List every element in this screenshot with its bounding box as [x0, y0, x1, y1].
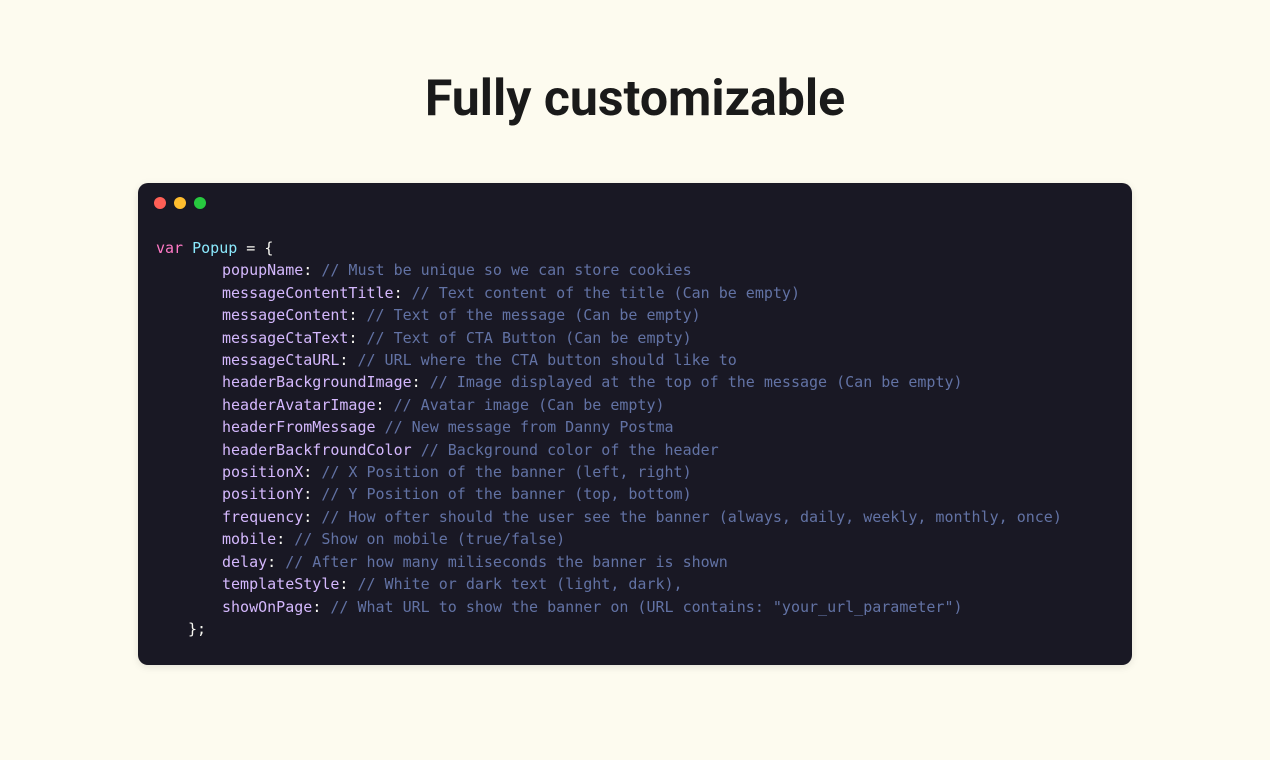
code-comment: // Must be unique so we can store cookie…	[321, 261, 691, 279]
code-comment: // X Position of the banner (left, right…	[321, 463, 691, 481]
page-title: Fully customizable	[425, 70, 845, 128]
code-property: messageCtaText	[222, 329, 348, 347]
code-property: delay	[222, 553, 267, 571]
code-property: frequency	[222, 508, 303, 526]
code-property: headerBackfroundColor	[222, 441, 412, 459]
code-comment: // New message from Danny Postma	[385, 418, 674, 436]
code-comment: // Show on mobile (true/false)	[294, 530, 565, 548]
code-property: messageContentTitle	[222, 284, 394, 302]
code-comment: // After how many miliseconds the banner…	[285, 553, 728, 571]
code-comment: // What URL to show the banner on (URL c…	[330, 598, 962, 616]
code-comment: // Text content of the title (Can be emp…	[412, 284, 800, 302]
code-comment: // How ofter should the user see the ban…	[321, 508, 1062, 526]
code-comment: // Y Position of the banner (top, bottom…	[321, 485, 691, 503]
code-comment: // Background color of the header	[421, 441, 719, 459]
code-comment: // URL where the CTA button should like …	[357, 351, 736, 369]
code-property: headerAvatarImage	[222, 396, 376, 414]
window-traffic-lights	[138, 183, 1132, 223]
minimize-icon	[174, 197, 186, 209]
code-close: };	[188, 620, 206, 638]
code-comment: // Text of CTA Button (Can be empty)	[367, 329, 692, 347]
maximize-icon	[194, 197, 206, 209]
code-property: templateStyle	[222, 575, 339, 593]
close-icon	[154, 197, 166, 209]
code-property: positionX	[222, 463, 303, 481]
code-comment: // Avatar image (Can be empty)	[394, 396, 665, 414]
code-property: headerBackgroundImage	[222, 373, 412, 391]
code-object-name: Popup	[192, 239, 237, 257]
code-property: popupName	[222, 261, 303, 279]
code-property: showOnPage	[222, 598, 312, 616]
code-window: var Popup = { popupName: // Must be uniq…	[138, 183, 1132, 665]
code-comment: // Text of the message (Can be empty)	[367, 306, 701, 324]
code-block: var Popup = { popupName: // Must be uniq…	[138, 223, 1132, 640]
code-property: messageCtaURL	[222, 351, 339, 369]
code-comment: // White or dark text (light, dark),	[357, 575, 682, 593]
code-property: headerFromMessage	[222, 418, 376, 436]
code-comment: // Image displayed at the top of the mes…	[430, 373, 963, 391]
code-keyword: var	[156, 239, 183, 257]
code-property: mobile	[222, 530, 276, 548]
code-property: messageContent	[222, 306, 348, 324]
code-property: positionY	[222, 485, 303, 503]
